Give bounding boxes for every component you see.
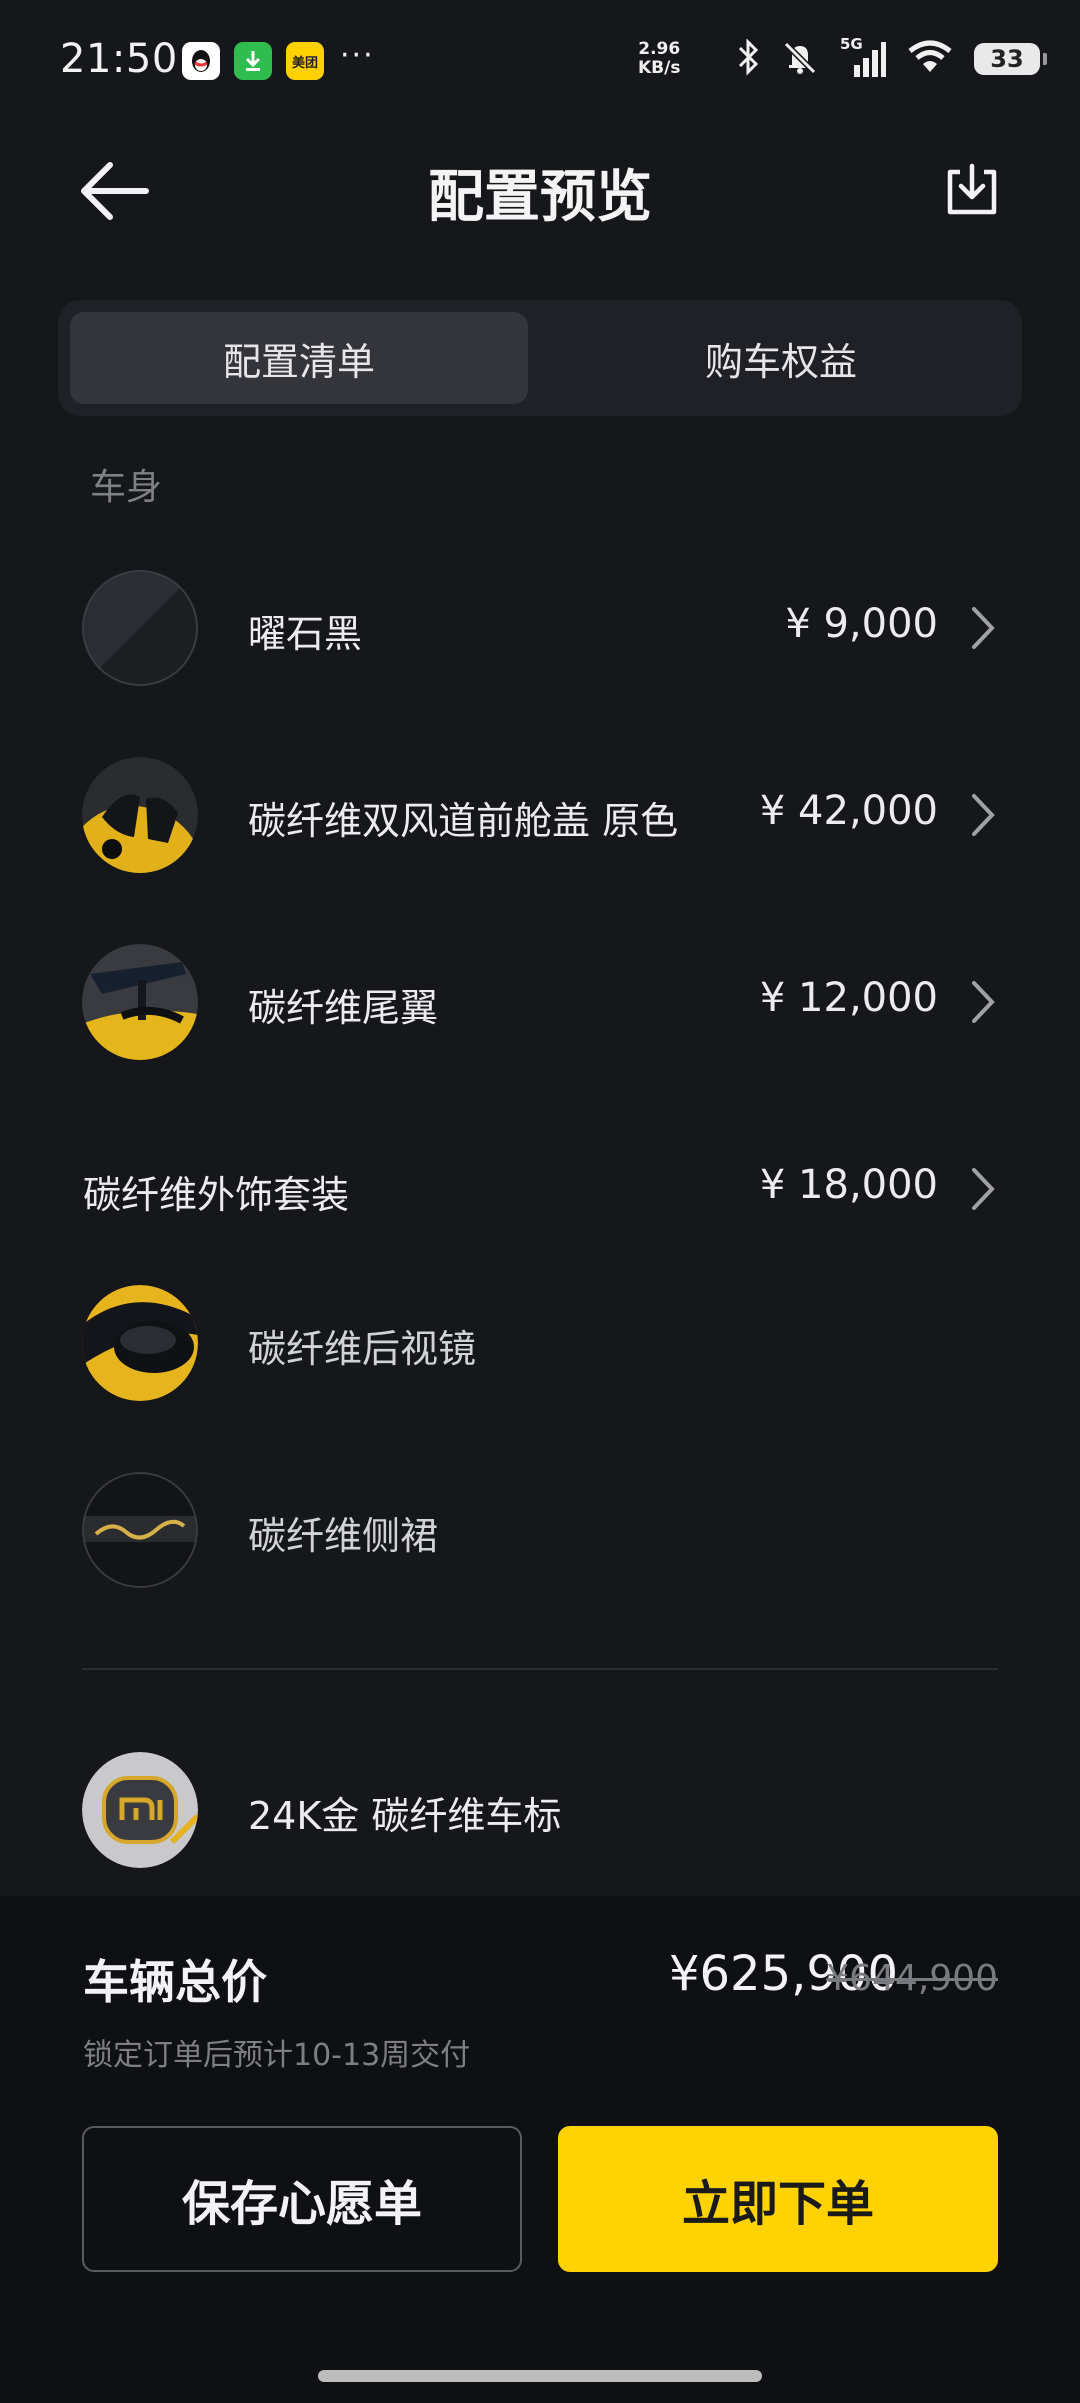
config-package-exterior[interactable]: 碳纤维外饰套装 ¥ 18,000 [0,1114,1080,1264]
item-label: 24K金 碳纤维车标 [248,1794,562,1838]
emblem-thumbnail [82,1752,198,1868]
color-swatch-thumbnail [82,570,198,686]
download-app-icon [234,42,272,80]
meituan-icon: 美团 [286,42,324,80]
download-icon [947,163,997,215]
wifi-icon [906,39,954,79]
package-item-mirror: 碳纤维后视镜 [0,1268,1080,1418]
chevron-right-icon [972,794,995,836]
package-item-side-skirt: 碳纤维侧裙 [0,1455,1080,1605]
order-now-button[interactable]: 立即下单 [558,2126,998,2272]
divider [82,1668,998,1670]
item-price: ¥ 12,000 [759,975,938,1021]
home-indicator[interactable] [318,2370,762,2382]
network-speed-unit: KB/s [638,58,681,78]
bluetooth-icon [736,38,760,80]
item-label: 碳纤维双风道前舱盖 原色 [248,799,679,843]
chevron-right-icon [972,981,995,1023]
item-price: ¥ 42,000 [759,788,938,834]
side-skirt-thumbnail [82,1472,198,1588]
more-notifications-icon: ··· [340,38,375,73]
status-time: 21:50 [60,36,178,82]
item-label: 碳纤维侧裙 [248,1514,439,1558]
item-price: ¥ 9,000 [785,601,938,647]
tab-config-list[interactable]: 配置清单 [70,312,528,404]
status-icons: 5G 33 [736,35,1047,80]
save-wishlist-button[interactable]: 保存心愿单 [82,2126,522,2272]
page-title: 配置预览 [428,165,652,230]
mirror-thumbnail [82,1285,198,1401]
cellular-signal-icon: 5G [840,35,886,79]
screen: 21:50 美团 ··· 2.96 KB/s 5G 33 配置预览 配置清单 购… [0,0,1080,2403]
mute-icon [780,38,820,80]
header: 配置预览 [0,130,1080,250]
item-label: 碳纤维尾翼 [248,986,439,1030]
config-item-hood[interactable]: 碳纤维双风道前舱盖 原色 ¥ 42,000 [0,740,1080,890]
config-item-emblem[interactable]: 24K金 碳纤维车标 [0,1735,1080,1885]
hood-thumbnail [82,757,198,873]
status-bar: 21:50 美团 ··· 2.96 KB/s 5G 33 [0,0,1080,120]
section-label-body: 车身 [90,467,163,508]
segmented-tabs: 配置清单 购车权益 [58,300,1022,416]
package-price: ¥ 18,000 [759,1162,938,1208]
download-button[interactable] [942,160,1002,220]
config-item-wing[interactable]: 碳纤维尾翼 ¥ 12,000 [0,927,1080,1077]
config-item-color[interactable]: 曜石黑 ¥ 9,000 [0,553,1080,703]
battery-icon: 33 [974,43,1047,75]
tab-purchase-benefits[interactable]: 购车权益 [552,312,1010,404]
wing-thumbnail [82,944,198,1060]
delivery-estimate: 锁定订单后预计10-13周交付 [83,2038,471,2073]
network-speed-value: 2.96 [638,39,681,59]
total-price-label: 车辆总价 [83,1955,267,2009]
package-label: 碳纤维外饰套装 [83,1173,350,1217]
chevron-right-icon [972,607,995,649]
item-label: 曜石黑 [248,612,363,656]
item-label: 碳纤维后视镜 [248,1327,477,1371]
qq-icon [182,42,220,80]
network-speed: 2.96 KB/s [638,40,680,78]
original-price: ¥644,900 [826,1958,998,1999]
chevron-right-icon [972,1168,995,1210]
bottom-checkout-panel: 车辆总价 ¥625,900 ¥644,900 锁定订单后预计10-13周交付 保… [0,1896,1080,2403]
